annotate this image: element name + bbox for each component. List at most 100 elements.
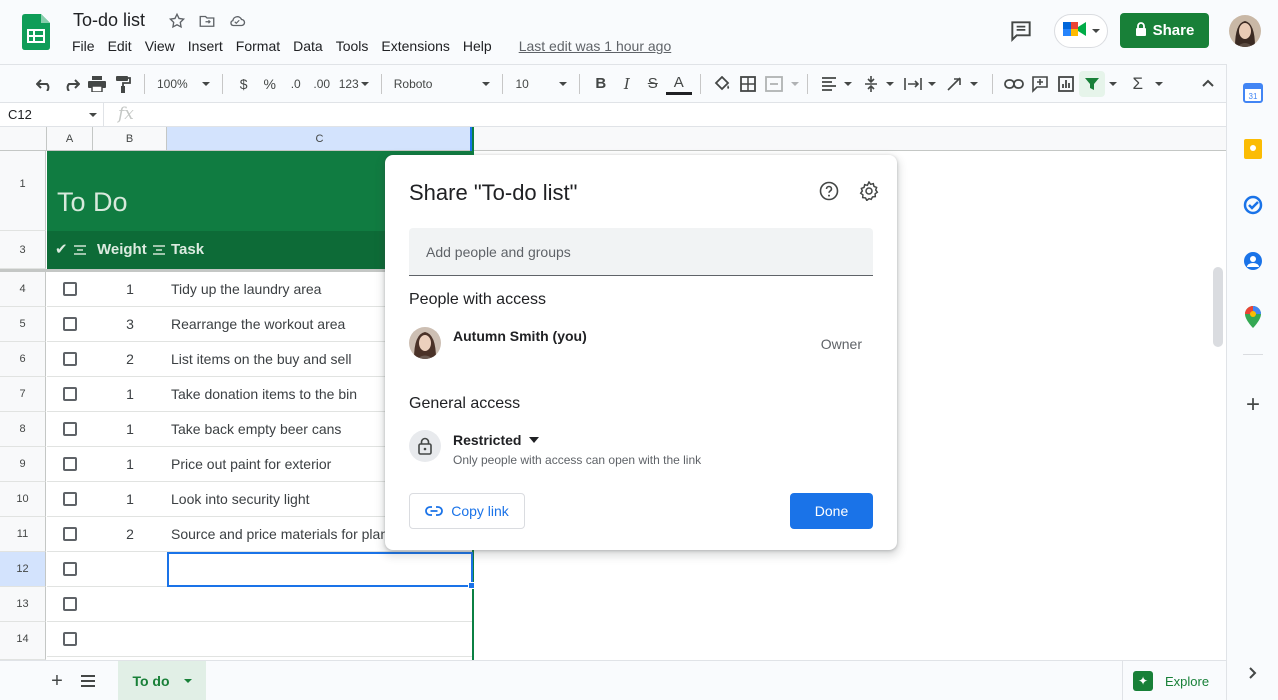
font-size-select[interactable]: 10 bbox=[511, 77, 570, 91]
fill-handle[interactable] bbox=[468, 582, 475, 589]
zoom-select[interactable]: 100% bbox=[153, 77, 214, 91]
task-cell[interactable]: Tidy up the laundry area bbox=[171, 272, 321, 307]
row-header[interactable]: 8 bbox=[0, 412, 46, 447]
table-row[interactable] bbox=[47, 587, 473, 622]
menu-help[interactable]: Help bbox=[463, 38, 498, 54]
document-title[interactable]: To-do list bbox=[73, 10, 145, 31]
functions-icon[interactable]: Σ bbox=[1125, 71, 1151, 97]
chevron-down-icon[interactable] bbox=[790, 81, 799, 86]
bold-icon[interactable]: B bbox=[588, 71, 614, 97]
row-header[interactable]: 14 bbox=[0, 622, 46, 660]
contacts-icon[interactable] bbox=[1242, 250, 1264, 272]
vertical-scrollbar[interactable] bbox=[1213, 267, 1223, 347]
account-avatar[interactable] bbox=[1229, 15, 1261, 47]
borders-icon[interactable] bbox=[735, 71, 761, 97]
filter-icon[interactable] bbox=[152, 245, 165, 255]
copy-link-button[interactable]: Copy link bbox=[409, 493, 525, 529]
italic-icon[interactable]: I bbox=[614, 71, 640, 97]
more-formats-select[interactable]: 123 bbox=[335, 77, 373, 91]
menu-view[interactable]: View bbox=[145, 38, 181, 54]
task-checkbox[interactable] bbox=[63, 317, 77, 331]
text-color-icon[interactable]: A bbox=[665, 73, 692, 95]
chevron-down-icon[interactable] bbox=[927, 81, 936, 86]
task-cell[interactable]: Take back empty beer cans bbox=[171, 412, 341, 447]
undo-icon[interactable] bbox=[32, 71, 58, 97]
horizontal-align-icon[interactable] bbox=[816, 71, 842, 97]
sheets-logo-icon[interactable] bbox=[22, 14, 50, 50]
name-box[interactable]: C12 bbox=[0, 103, 104, 127]
weight-cell[interactable]: 1 bbox=[93, 272, 167, 307]
weight-cell[interactable]: 1 bbox=[93, 412, 167, 447]
task-checkbox[interactable] bbox=[63, 527, 77, 541]
add-people-input[interactable] bbox=[409, 228, 873, 276]
header-task[interactable]: Task bbox=[171, 231, 204, 269]
task-checkbox[interactable] bbox=[63, 352, 77, 366]
print-icon[interactable] bbox=[84, 71, 110, 97]
task-checkbox[interactable] bbox=[63, 387, 77, 401]
select-all-corner[interactable] bbox=[0, 127, 47, 151]
task-checkbox[interactable] bbox=[63, 562, 77, 576]
menu-tools[interactable]: Tools bbox=[336, 38, 375, 54]
row-header[interactable]: 1 bbox=[0, 151, 46, 231]
keep-icon[interactable] bbox=[1242, 138, 1264, 160]
column-header-c[interactable]: C bbox=[167, 127, 473, 151]
text-wrapping-icon[interactable] bbox=[900, 71, 926, 97]
task-checkbox[interactable] bbox=[63, 632, 77, 646]
header-check[interactable]: ✔ bbox=[55, 231, 86, 269]
chevron-right-icon[interactable] bbox=[1242, 662, 1264, 684]
column-header-a[interactable]: A bbox=[47, 127, 93, 151]
text-rotation-icon[interactable] bbox=[942, 71, 968, 97]
merge-cells-icon[interactable] bbox=[761, 71, 787, 97]
tasks-icon[interactable] bbox=[1242, 194, 1264, 216]
meet-button[interactable] bbox=[1054, 14, 1108, 48]
vertical-align-icon[interactable] bbox=[858, 71, 884, 97]
font-family-select[interactable]: Roboto bbox=[390, 77, 495, 91]
menu-insert[interactable]: Insert bbox=[188, 38, 229, 54]
row-header[interactable]: 6 bbox=[0, 342, 46, 377]
all-sheets-icon[interactable] bbox=[77, 670, 99, 692]
filter-icon[interactable] bbox=[73, 245, 86, 255]
menu-edit[interactable]: Edit bbox=[108, 38, 138, 54]
task-cell[interactable]: Price out paint for exterior bbox=[171, 447, 331, 482]
chevron-down-icon[interactable] bbox=[1154, 81, 1163, 86]
table-row[interactable] bbox=[47, 622, 473, 657]
format-percent-button[interactable]: % bbox=[257, 71, 283, 97]
weight-cell[interactable]: 2 bbox=[93, 517, 167, 552]
maps-icon[interactable] bbox=[1242, 306, 1264, 328]
weight-cell[interactable]: 1 bbox=[93, 377, 167, 412]
weight-cell[interactable]: 1 bbox=[93, 482, 167, 517]
done-button[interactable]: Done bbox=[790, 493, 873, 529]
task-cell[interactable]: Look into security light bbox=[171, 482, 310, 517]
chevron-down-icon[interactable] bbox=[1108, 81, 1117, 86]
task-checkbox[interactable] bbox=[63, 457, 77, 471]
filter-icon[interactable] bbox=[1078, 70, 1105, 97]
task-checkbox[interactable] bbox=[63, 492, 77, 506]
weight-cell[interactable]: 2 bbox=[93, 342, 167, 377]
row-header[interactable]: 12 bbox=[0, 552, 46, 587]
help-icon[interactable] bbox=[819, 181, 839, 201]
row-header[interactable]: 13 bbox=[0, 587, 46, 622]
move-folder-icon[interactable] bbox=[197, 11, 217, 31]
row-header[interactable]: 9 bbox=[0, 447, 46, 482]
chevron-down-icon[interactable] bbox=[843, 81, 852, 86]
collapse-toolbar-icon[interactable] bbox=[1202, 74, 1214, 92]
chevron-down-icon[interactable] bbox=[885, 81, 894, 86]
fill-color-icon[interactable] bbox=[709, 71, 735, 97]
chevron-down-icon[interactable] bbox=[183, 679, 192, 683]
format-currency-button[interactable]: $ bbox=[231, 71, 257, 97]
star-icon[interactable] bbox=[167, 11, 187, 31]
task-checkbox[interactable] bbox=[63, 597, 77, 611]
selected-cell[interactable] bbox=[167, 552, 475, 589]
row-header[interactable]: 10 bbox=[0, 482, 46, 517]
share-button[interactable]: Share bbox=[1120, 13, 1209, 48]
header-weight[interactable]: Weight bbox=[97, 231, 165, 269]
weight-cell[interactable]: 3 bbox=[93, 307, 167, 342]
insert-chart-icon[interactable] bbox=[1053, 71, 1079, 97]
sheet-tab-to-do[interactable]: To do bbox=[118, 661, 206, 700]
row-header[interactable]: 2 bbox=[0, 223, 46, 231]
redo-icon[interactable] bbox=[58, 71, 84, 97]
gear-icon[interactable] bbox=[859, 180, 879, 202]
access-level-dropdown[interactable]: Restricted bbox=[453, 432, 540, 448]
paint-format-icon[interactable] bbox=[110, 71, 136, 97]
column-header-b[interactable]: B bbox=[93, 127, 167, 151]
